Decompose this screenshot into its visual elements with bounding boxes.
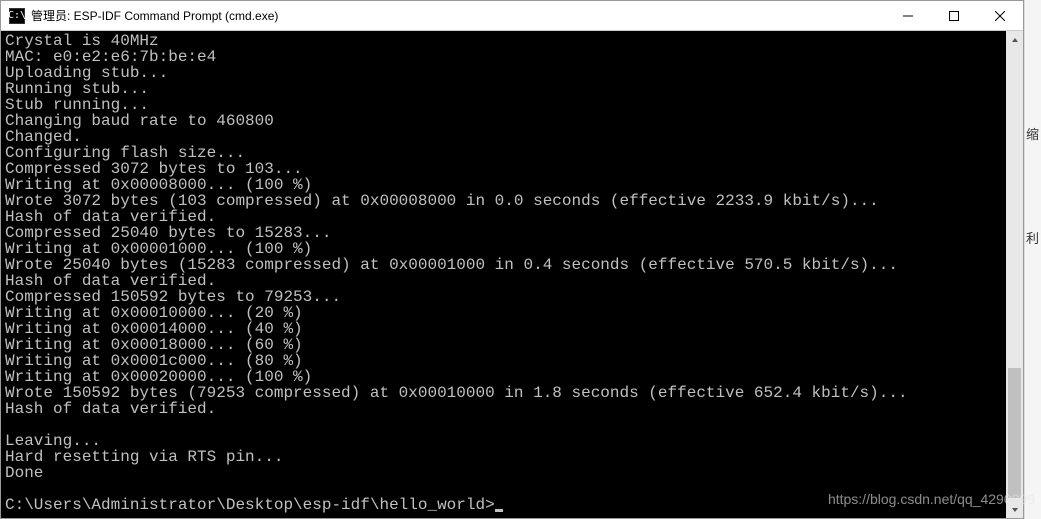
outer-scrollbar-strip: 缩 利 bbox=[1024, 0, 1041, 519]
maximize-button[interactable] bbox=[931, 1, 977, 30]
scrollbar-down-button[interactable] bbox=[1006, 501, 1023, 518]
cmd-icon-text: C:\ bbox=[8, 10, 26, 21]
minimize-icon bbox=[903, 11, 913, 21]
maximize-icon bbox=[949, 11, 959, 21]
chevron-up-icon bbox=[1011, 36, 1019, 44]
cmd-icon: C:\ bbox=[9, 8, 25, 24]
terminal-line: Compressed 150592 bytes to 79253... bbox=[5, 289, 1002, 305]
terminal-window: C:\ 管理员: ESP-IDF Command Prompt (cmd.exe… bbox=[0, 0, 1024, 519]
terminal-line: Wrote 25040 bytes (15283 compressed) at … bbox=[5, 257, 1002, 273]
vertical-scrollbar[interactable] bbox=[1006, 31, 1023, 518]
terminal-line: Uploading stub... bbox=[5, 65, 1002, 81]
terminal-line: Hash of data verified. bbox=[5, 273, 1002, 289]
terminal-line: Stub running... bbox=[5, 97, 1002, 113]
scrollbar-up-button[interactable] bbox=[1006, 31, 1023, 48]
chevron-down-icon bbox=[1011, 506, 1019, 514]
side-char: 缩 bbox=[1026, 124, 1039, 143]
terminal-line: Writing at 0x0001c000... (80 %) bbox=[5, 353, 1002, 369]
terminal-line: Hash of data verified. bbox=[5, 401, 1002, 417]
terminal-cursor bbox=[495, 509, 503, 512]
terminal-line: Writing at 0x00001000... (100 %) bbox=[5, 241, 1002, 257]
terminal-line: Crystal is 40MHz bbox=[5, 33, 1002, 49]
scrollbar-thumb[interactable] bbox=[1008, 368, 1021, 498]
terminal-line: Hash of data verified. bbox=[5, 209, 1002, 225]
terminal-body: Crystal is 40MHzMAC: e0:e2:e6:7b:be:e4Up… bbox=[1, 31, 1023, 518]
terminal-line: Writing at 0x00020000... (100 %) bbox=[5, 369, 1002, 385]
window-title: 管理员: ESP-IDF Command Prompt (cmd.exe) bbox=[31, 7, 885, 24]
terminal-line: Leaving... bbox=[5, 433, 1002, 449]
minimize-button[interactable] bbox=[885, 1, 931, 30]
terminal-line: Hard resetting via RTS pin... bbox=[5, 449, 1002, 465]
window-controls bbox=[885, 1, 1023, 30]
scrollbar-track[interactable] bbox=[1006, 48, 1023, 501]
terminal-line bbox=[5, 417, 1002, 433]
terminal-line: MAC: e0:e2:e6:7b:be:e4 bbox=[5, 49, 1002, 65]
terminal-line: Writing at 0x00010000... (20 %) bbox=[5, 305, 1002, 321]
terminal-line: Compressed 3072 bytes to 103... bbox=[5, 161, 1002, 177]
terminal-line: Changing baud rate to 460800 bbox=[5, 113, 1002, 129]
terminal-prompt-line[interactable]: C:\Users\Administrator\Desktop\esp-idf\h… bbox=[5, 497, 1002, 513]
terminal-line bbox=[5, 481, 1002, 497]
terminal-prompt: C:\Users\Administrator\Desktop\esp-idf\h… bbox=[5, 496, 495, 514]
terminal-line: Compressed 25040 bytes to 15283... bbox=[5, 225, 1002, 241]
terminal-line: Wrote 3072 bytes (103 compressed) at 0x0… bbox=[5, 193, 1002, 209]
close-button[interactable] bbox=[977, 1, 1023, 30]
side-char: 利 bbox=[1026, 228, 1039, 247]
terminal-line: Wrote 150592 bytes (79253 compressed) at… bbox=[5, 385, 1002, 401]
terminal-line: Writing at 0x00014000... (40 %) bbox=[5, 321, 1002, 337]
terminal-line: Configuring flash size... bbox=[5, 145, 1002, 161]
terminal-line: Running stub... bbox=[5, 81, 1002, 97]
terminal-line: Writing at 0x00008000... (100 %) bbox=[5, 177, 1002, 193]
terminal-line: Writing at 0x00018000... (60 %) bbox=[5, 337, 1002, 353]
titlebar[interactable]: C:\ 管理员: ESP-IDF Command Prompt (cmd.exe… bbox=[1, 1, 1023, 31]
terminal-line: Done bbox=[5, 465, 1002, 481]
close-icon bbox=[995, 11, 1005, 21]
terminal-output[interactable]: Crystal is 40MHzMAC: e0:e2:e6:7b:be:e4Up… bbox=[1, 31, 1006, 518]
terminal-line: Changed. bbox=[5, 129, 1002, 145]
